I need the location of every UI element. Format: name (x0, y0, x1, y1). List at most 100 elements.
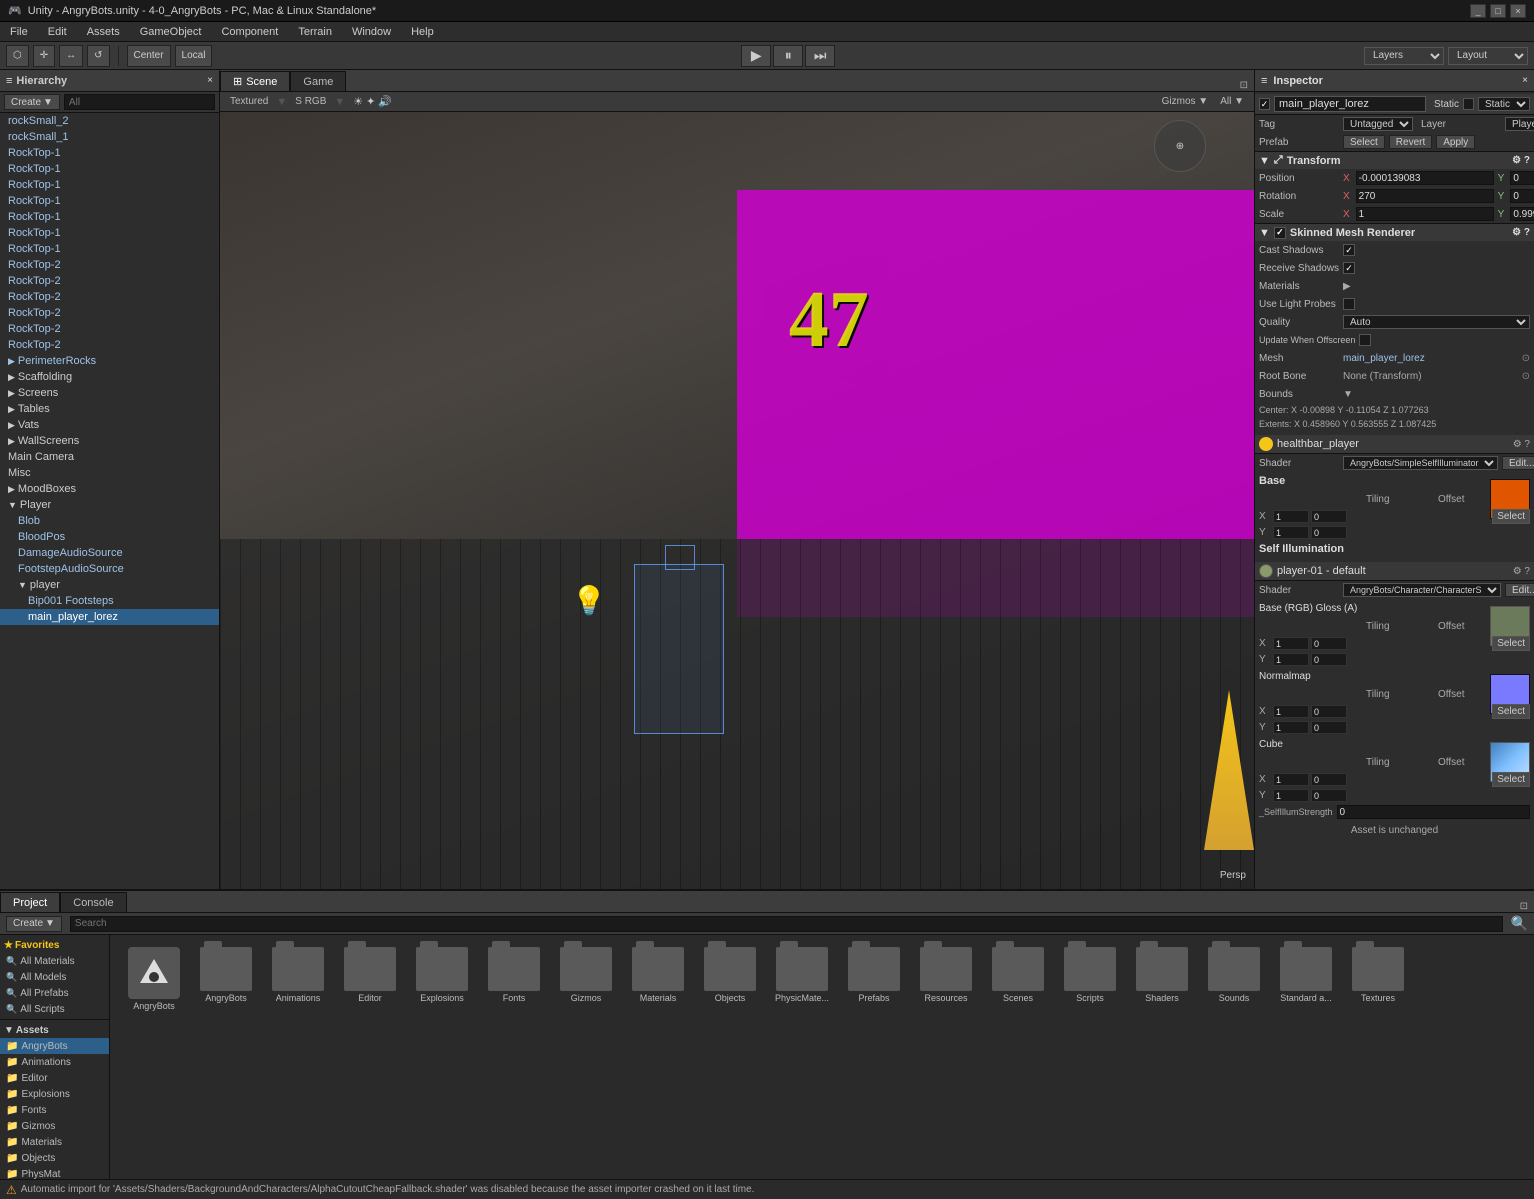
sidebar-gizmos[interactable]: 📁Gizmos (0, 1118, 109, 1134)
tab-game[interactable]: Game (290, 71, 346, 91)
rgb-offset-x[interactable] (1311, 637, 1347, 650)
folder-shaders[interactable]: Shaders (1128, 945, 1196, 1013)
skinned-settings[interactable]: ⚙ ? (1512, 227, 1530, 238)
sidebar-all-scripts[interactable]: 🔍 All Scripts (0, 1001, 109, 1017)
hier-item-mainplayerlorez[interactable]: main_player_lorez (0, 609, 219, 625)
static-dropdown[interactable]: Static (1478, 97, 1530, 111)
minimize-btn[interactable]: _ (1470, 4, 1486, 18)
scale-x-field[interactable] (1356, 207, 1494, 221)
transform-tool-1[interactable]: ⬡ (6, 45, 29, 67)
hier-item-rocktop1-d[interactable]: RockTop-1 (0, 193, 219, 209)
hier-item-rocktop1-e[interactable]: RockTop-1 (0, 209, 219, 225)
hier-item-rocktop2-a[interactable]: RockTop-2 (0, 257, 219, 273)
folder-editor[interactable]: Editor (336, 945, 404, 1013)
hier-item-rocktop2-e[interactable]: RockTop-2 (0, 321, 219, 337)
fx-icon[interactable]: ✦ (366, 95, 375, 108)
mesh-target[interactable]: ⊙ (1522, 353, 1530, 364)
all-btn[interactable]: All ▼ (1216, 94, 1248, 110)
space-btn[interactable]: Local (175, 45, 213, 67)
tab-scene[interactable]: ⊞ Scene (220, 71, 290, 91)
folder-scenes[interactable]: Scenes (984, 945, 1052, 1013)
pos-x-field[interactable] (1356, 171, 1494, 185)
folder-materials[interactable]: Materials (624, 945, 692, 1013)
gizmos-btn[interactable]: Gizmos ▼ (1158, 94, 1213, 110)
player-mat-settings[interactable]: ⚙ ? (1513, 566, 1530, 577)
sidebar-explosions[interactable]: 📁Explosions (0, 1086, 109, 1102)
scale-y-field[interactable] (1510, 207, 1534, 221)
inspector-close[interactable]: × (1522, 75, 1528, 86)
root-bone-target[interactable]: ⊙ (1522, 371, 1530, 382)
folder-gizmos[interactable]: Gizmos (552, 945, 620, 1013)
tab-project[interactable]: Project (0, 892, 60, 912)
sun-icon[interactable]: ☀ (353, 95, 363, 108)
step-btn[interactable]: ⏭ (805, 45, 835, 67)
proj-create-btn[interactable]: Create ▼ (6, 916, 62, 932)
player-shader-dropdown[interactable]: AngryBots/Character/CharacterS (1343, 583, 1501, 597)
folder-standarda[interactable]: Standard a... (1272, 945, 1340, 1013)
folder-textures[interactable]: Textures (1344, 945, 1412, 1013)
mesh-value[interactable]: main_player_lorez (1343, 353, 1518, 364)
prefab-select-btn[interactable]: Select (1343, 135, 1385, 149)
menu-gameobject[interactable]: GameObject (136, 26, 206, 38)
hier-item-blob[interactable]: Blob (0, 513, 219, 529)
rot-x-field[interactable] (1356, 189, 1494, 203)
cube-offset-x[interactable] (1311, 773, 1347, 786)
norm-offset-x[interactable] (1311, 705, 1347, 718)
play-btn[interactable]: ▶ (741, 45, 771, 67)
norm-tiling-y[interactable] (1273, 721, 1309, 734)
transform-tool-2[interactable]: ✛ (33, 45, 55, 67)
healthbar-shader-dropdown[interactable]: AngryBots/SimpleSelfIlluminator (1343, 456, 1498, 470)
selfillum-strength-field[interactable] (1337, 805, 1530, 819)
rgb-select-btn[interactable]: Select (1492, 636, 1530, 651)
folder-resources[interactable]: Resources (912, 945, 980, 1013)
transform-tool-4[interactable]: ↺ (87, 45, 109, 67)
folder-animations[interactable]: Animations (264, 945, 332, 1013)
layer-dropdown[interactable]: Player (1505, 117, 1534, 131)
tag-dropdown[interactable]: Untagged (1343, 117, 1413, 131)
layers-dropdown[interactable]: Layers (1364, 47, 1444, 65)
menu-assets[interactable]: Assets (83, 26, 124, 38)
use-light-probes-check[interactable] (1343, 298, 1355, 310)
hier-item-rocktop2-b[interactable]: RockTop-2 (0, 273, 219, 289)
menu-file[interactable]: File (6, 26, 32, 38)
sidebar-physmat[interactable]: 📁PhysMat (0, 1166, 109, 1179)
hier-item-rocktop2-d[interactable]: RockTop-2 (0, 305, 219, 321)
folder-explosions[interactable]: Explosions (408, 945, 476, 1013)
root-bone-value[interactable]: None (Transform) (1343, 371, 1518, 382)
hier-item-maincamera[interactable]: Main Camera (0, 449, 219, 465)
hier-item-rocktop1-f[interactable]: RockTop-1 (0, 225, 219, 241)
project-maximize[interactable]: ⊡ (1514, 901, 1534, 912)
menu-edit[interactable]: Edit (44, 26, 71, 38)
prefab-apply-btn[interactable]: Apply (1436, 135, 1475, 149)
base-select-btn[interactable]: Select (1492, 509, 1530, 524)
sidebar-angrybots[interactable]: 📁 AngryBots (0, 1038, 109, 1054)
hier-item-rocktop1-b[interactable]: RockTop-1 (0, 161, 219, 177)
hier-item-player[interactable]: ▼Player (0, 497, 219, 513)
scene-maximize[interactable]: ⊡ (1234, 80, 1254, 91)
hier-item-screens[interactable]: ▶Screens (0, 385, 219, 401)
folder-objects[interactable]: Objects (696, 945, 764, 1013)
cube-tiling-y[interactable] (1273, 789, 1309, 802)
folder-angrybots[interactable]: AngryBots (192, 945, 260, 1013)
base-tiling-y[interactable] (1273, 526, 1309, 539)
bounds-arrow[interactable]: ▼ (1343, 389, 1353, 400)
hier-item-bip001[interactable]: Bip001 Footsteps (0, 593, 219, 609)
pause-btn[interactable]: ⏸ (773, 45, 803, 67)
transform-tool-3[interactable]: ↔ (59, 45, 83, 67)
static-checkbox[interactable] (1463, 98, 1474, 110)
sidebar-objects[interactable]: 📁Objects (0, 1150, 109, 1166)
base-offset-x[interactable] (1311, 510, 1347, 523)
object-active-checkbox[interactable] (1259, 98, 1270, 110)
tab-console[interactable]: Console (60, 892, 126, 912)
hier-item-rocktop2-c[interactable]: RockTop-2 (0, 289, 219, 305)
folder-prefabs[interactable]: Prefabs (840, 945, 908, 1013)
rgb-offset-y[interactable] (1311, 653, 1347, 666)
menu-terrain[interactable]: Terrain (294, 26, 336, 38)
folder-fonts[interactable]: Fonts (480, 945, 548, 1013)
textured-btn[interactable]: Textured (226, 94, 272, 110)
object-name-field[interactable] (1274, 96, 1426, 112)
player-edit-btn[interactable]: Edit... (1505, 583, 1534, 597)
folder-scripts[interactable]: Scripts (1056, 945, 1124, 1013)
sidebar-all-prefabs[interactable]: 🔍 All Prefabs (0, 985, 109, 1001)
rot-y-field[interactable] (1510, 189, 1534, 203)
